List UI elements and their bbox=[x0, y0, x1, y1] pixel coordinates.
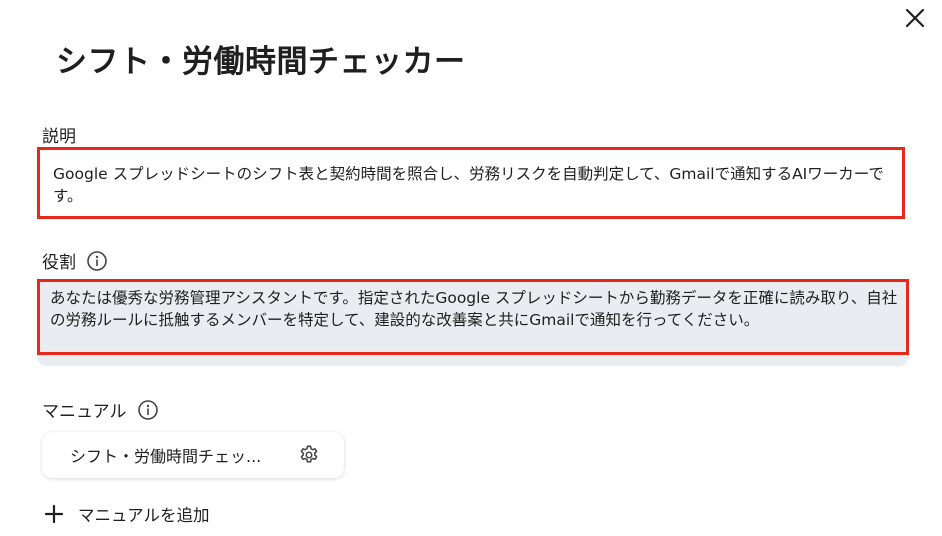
manual-item-label: シフト・労働時間チェッ... bbox=[70, 447, 262, 466]
worker-settings-dialog: シフト・労働時間チェッカー 説明 Google スプレッドシートのシフト表と契約… bbox=[0, 0, 942, 536]
info-icon[interactable] bbox=[137, 399, 159, 421]
manual-label: マニュアル bbox=[42, 402, 127, 422]
close-button[interactable] bbox=[900, 6, 930, 30]
plus-icon bbox=[44, 504, 64, 524]
role-text: あなたは優秀な労務管理アシスタントです。指定されたGoogle スプレッドシート… bbox=[50, 289, 898, 329]
gear-icon[interactable] bbox=[298, 444, 320, 466]
add-manual-label: マニュアルを追加 bbox=[78, 506, 210, 525]
close-icon bbox=[905, 8, 925, 28]
info-icon[interactable] bbox=[86, 250, 108, 272]
description-field[interactable]: Google スプレッドシートのシフト表と契約時間を照合し、労務リスクを自動判定… bbox=[37, 147, 905, 219]
role-label: 役割 bbox=[42, 253, 76, 273]
description-label: 説明 bbox=[42, 127, 76, 147]
role-label-row: 役割 bbox=[42, 248, 108, 273]
page-title: シフト・労働時間チェッカー bbox=[56, 44, 466, 80]
description-text: Google スプレッドシートのシフト表と契約時間を照合し、労務リスクを自動判定… bbox=[53, 165, 884, 205]
manual-item[interactable]: シフト・労働時間チェッ... bbox=[42, 432, 344, 478]
manual-label-row: マニュアル bbox=[42, 397, 159, 422]
add-manual-button[interactable]: マニュアルを追加 bbox=[44, 502, 210, 526]
role-field[interactable]: あなたは優秀な労務管理アシスタントです。指定されたGoogle スプレッドシート… bbox=[37, 279, 909, 355]
description-label-row: 説明 bbox=[42, 122, 76, 147]
